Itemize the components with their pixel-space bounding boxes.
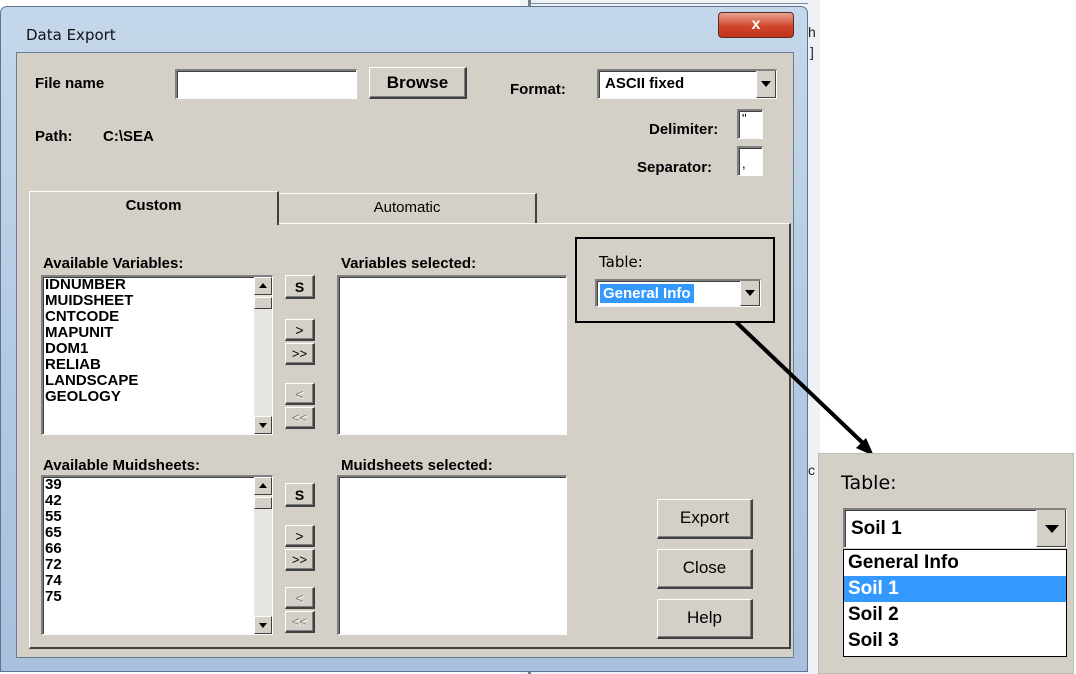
zoom-dropdown-options: General Info Soil 1 Soil 2 Soil 3 <box>844 550 1066 654</box>
remove-muidsheet-button[interactable]: < <box>285 587 315 609</box>
chevron-down-icon <box>761 81 771 87</box>
help-button-label: Help <box>687 608 722 627</box>
delimiter-input[interactable]: " <box>737 109 763 139</box>
delimiter-label: Delimiter: <box>649 121 719 138</box>
path-value: C:\SEA <box>103 128 154 145</box>
available-muidsheets-label: Available Muidsheets: <box>43 457 200 474</box>
arrow-down-icon <box>259 623 267 628</box>
available-variables-items: IDNUMBER MUIDSHEET CNTCODE MAPUNIT DOM1 RELIA… <box>43 277 272 405</box>
remove-variable-button[interactable]: < <box>285 383 315 405</box>
list-item[interactable]: DOM1 <box>43 341 272 357</box>
scroll-thumb[interactable] <box>254 497 272 509</box>
background-divider-top <box>528 3 808 4</box>
list-item[interactable]: 74 <box>43 573 272 589</box>
remove-all-variables-button[interactable]: << <box>285 407 315 429</box>
available-variables-list[interactable]: IDNUMBER MUIDSHEET CNTCODE MAPUNIT DOM1 RELIA… <box>41 275 273 435</box>
list-item[interactable]: CNTCODE <box>43 309 272 325</box>
list-item[interactable]: 42 <box>43 493 272 509</box>
list-item[interactable]: 66 <box>43 541 272 557</box>
arrow-up-icon <box>259 283 267 288</box>
available-muidsheets-items: 39 42 55 65 66 72 74 75 <box>43 477 272 605</box>
background-text: h <box>808 24 816 40</box>
list-item[interactable]: Soil 1 <box>844 576 1066 602</box>
browse-button[interactable]: Browse <box>369 67 467 99</box>
export-button[interactable]: Export <box>657 499 753 539</box>
zoom-table-select-value: Soil 1 <box>851 518 902 539</box>
list-item[interactable]: 65 <box>43 525 272 541</box>
file-name-input[interactable] <box>175 69 357 99</box>
close-button-label: Close <box>682 558 727 577</box>
background-text: ] <box>810 44 814 60</box>
scroll-up-button[interactable] <box>254 277 272 295</box>
help-button[interactable]: Help <box>657 599 753 639</box>
remove-all-muidsheets-button[interactable]: << <box>285 611 315 633</box>
scroll-thumb[interactable] <box>254 297 272 309</box>
scroll-down-button[interactable] <box>254 416 272 434</box>
tab-automatic[interactable]: Automatic <box>279 193 537 223</box>
zoom-table-label: Table: <box>841 472 897 494</box>
callout-arrow-line <box>734 320 868 448</box>
muidsheets-selected-label: Muidsheets selected: <box>341 457 493 474</box>
format-select-value: ASCII fixed <box>605 75 685 92</box>
table-label: Table: <box>599 253 643 271</box>
file-name-label: File name <box>35 75 105 92</box>
table-select[interactable]: General Info <box>595 279 761 307</box>
table-select-value: General Info <box>599 283 695 304</box>
chevron-down-icon <box>745 290 755 296</box>
list-item[interactable]: 39 <box>43 477 272 493</box>
add-muidsheet-button[interactable]: > <box>285 525 315 547</box>
variables-scrollbar[interactable] <box>254 277 272 434</box>
window-close-button[interactable]: x <box>718 12 794 38</box>
list-item[interactable]: MUIDSHEET <box>43 293 272 309</box>
select-variable-button[interactable]: S <box>285 275 315 299</box>
dialog-client: File name Browse Format: ASCII fixed Pat… <box>16 52 794 658</box>
muidsheets-scrollbar[interactable] <box>254 477 272 634</box>
list-item[interactable]: MAPUNIT <box>43 325 272 341</box>
add-variable-button[interactable]: > <box>285 319 315 341</box>
close-button[interactable]: Close <box>657 549 753 589</box>
list-item[interactable]: IDNUMBER <box>43 277 272 293</box>
zoom-table-select[interactable]: Soil 1 <box>843 508 1067 548</box>
table-dropdown-zoom-inset: Table: Soil 1 General Info Soil 1 Soil 2 So… <box>818 453 1074 674</box>
separator-input[interactable]: , <box>737 146 763 176</box>
browse-button-label: Browse <box>386 73 449 92</box>
list-item[interactable]: 55 <box>43 509 272 525</box>
arrow-up-icon <box>259 483 267 488</box>
tab-custom[interactable]: Custom <box>29 191 279 225</box>
table-dropdown-button[interactable] <box>740 281 760 306</box>
zoom-dropdown-list: General Info Soil 1 Soil 2 Soil 3 <box>843 549 1067 657</box>
list-item[interactable]: LANDSCAPE <box>43 373 272 389</box>
format-select[interactable]: ASCII fixed <box>597 69 777 99</box>
list-item[interactable]: Soil 2 <box>844 602 1066 628</box>
list-item[interactable]: 75 <box>43 589 272 605</box>
format-label: Format: <box>510 81 566 98</box>
path-label: Path: <box>35 128 73 145</box>
scroll-up-button[interactable] <box>254 477 272 495</box>
variables-selected-label: Variables selected: <box>341 255 477 272</box>
callout-arrow <box>734 320 874 456</box>
list-item[interactable]: 72 <box>43 557 272 573</box>
format-dropdown-button[interactable] <box>756 71 776 98</box>
list-item[interactable]: Soil 3 <box>844 628 1066 654</box>
select-muidsheet-button[interactable]: S <box>285 483 315 507</box>
variables-selected-list[interactable] <box>337 275 567 435</box>
tab-custom-label: Custom <box>125 197 182 214</box>
available-muidsheets-list[interactable]: 39 42 55 65 66 72 74 75 <box>41 475 273 635</box>
arrow-down-icon <box>259 423 267 428</box>
add-all-muidsheets-button[interactable]: >> <box>285 549 315 571</box>
tab-automatic-label: Automatic <box>373 199 441 216</box>
list-item[interactable]: RELIAB <box>43 357 272 373</box>
muidsheets-selected-list[interactable] <box>337 475 567 635</box>
close-icon: x <box>751 16 761 33</box>
window-title: Data Export <box>26 26 116 44</box>
list-item[interactable]: GEOLOGY <box>43 389 272 405</box>
scroll-down-button[interactable] <box>254 616 272 634</box>
zoom-dropdown-button[interactable] <box>1036 510 1066 547</box>
chevron-down-icon <box>1045 525 1059 533</box>
add-all-variables-button[interactable]: >> <box>285 343 315 365</box>
available-variables-label: Available Variables: <box>43 255 184 272</box>
export-button-label: Export <box>679 508 730 527</box>
list-item[interactable]: General Info <box>844 550 1066 576</box>
separator-label: Separator: <box>637 159 713 176</box>
